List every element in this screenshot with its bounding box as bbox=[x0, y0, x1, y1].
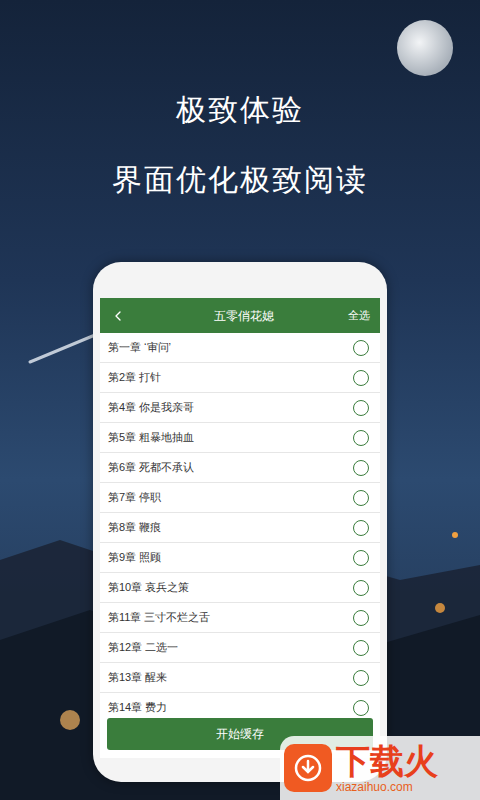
header-title: 五零俏花媳 bbox=[126, 307, 348, 325]
chapter-row[interactable]: 第6章 死都不承认 bbox=[100, 453, 380, 483]
headline: 界面优化极致阅读 bbox=[112, 160, 368, 200]
chapter-row[interactable]: 第14章 费力 bbox=[100, 693, 380, 718]
select-circle-icon[interactable] bbox=[353, 430, 369, 446]
select-circle-icon[interactable] bbox=[353, 460, 369, 476]
chapter-row[interactable]: 第9章 照顾 bbox=[100, 543, 380, 573]
chapter-title: 第13章 醒来 bbox=[108, 669, 167, 686]
headline: 极致体验 bbox=[176, 90, 304, 130]
select-circle-icon[interactable] bbox=[353, 580, 369, 596]
chapter-row[interactable]: 第4章 你是我亲哥 bbox=[100, 393, 380, 423]
select-circle-icon[interactable] bbox=[353, 520, 369, 536]
phone-screen: 五零俏花媳全选第一章 ‘审问’ 第2章 打针第4章 你是我亲哥第5章 粗暴地抽血第… bbox=[100, 298, 380, 758]
chapter-row[interactable]: 第2章 打针 bbox=[100, 363, 380, 393]
chapter-title: 第5章 粗暴地抽血 bbox=[108, 429, 194, 446]
chapter-title: 第14章 费力 bbox=[108, 699, 167, 716]
select-circle-icon[interactable] bbox=[353, 340, 369, 356]
watermark-brand: 下载火 bbox=[336, 742, 438, 780]
chapter-title: 第6章 死都不承认 bbox=[108, 459, 194, 476]
chapter-list: 第一章 ‘审问’ 第2章 打针第4章 你是我亲哥第5章 粗暴地抽血第6章 死都不承… bbox=[100, 333, 380, 718]
select-all-button[interactable]: 全选 bbox=[348, 307, 370, 324]
chapter-row[interactable]: 第一章 ‘审问’ bbox=[100, 333, 380, 363]
select-circle-icon[interactable] bbox=[353, 610, 369, 626]
select-circle-icon[interactable] bbox=[353, 370, 369, 386]
promo-screen: 极致体验界面优化极致阅读五零俏花媳全选第一章 ‘审问’ 第2章 打针第4章 你是我… bbox=[0, 0, 480, 800]
chapter-title: 第7章 停职 bbox=[108, 489, 161, 506]
chapter-title: 第9章 照顾 bbox=[108, 549, 161, 566]
chapter-title: 第12章 二选一 bbox=[108, 639, 178, 656]
select-circle-icon[interactable] bbox=[353, 490, 369, 506]
chapter-row[interactable]: 第11章 三寸不烂之舌 bbox=[100, 603, 380, 633]
chapter-row[interactable]: 第13章 醒来 bbox=[100, 663, 380, 693]
chapter-row[interactable]: 第10章 哀兵之策 bbox=[100, 573, 380, 603]
watermark-domain: xiazaihuo.com bbox=[336, 780, 413, 794]
select-circle-icon[interactable] bbox=[353, 640, 369, 656]
watermark-logo-icon bbox=[284, 744, 332, 792]
select-circle-icon[interactable] bbox=[353, 550, 369, 566]
app-header: 五零俏花媳全选 bbox=[100, 298, 380, 333]
select-circle-icon[interactable] bbox=[353, 670, 369, 686]
chapter-title: 第2章 打针 bbox=[108, 369, 161, 386]
watermark: 下载火xiazaihuo.com bbox=[280, 736, 480, 800]
chapter-row[interactable]: 第7章 停职 bbox=[100, 483, 380, 513]
chapter-title: 第一章 ‘审问’ bbox=[108, 339, 171, 356]
phone-frame: 五零俏花媳全选第一章 ‘审问’ 第2章 打针第4章 你是我亲哥第5章 粗暴地抽血第… bbox=[93, 262, 387, 782]
chapter-row[interactable]: 第12章 二选一 bbox=[100, 633, 380, 663]
chapter-title: 第8章 鞭痕 bbox=[108, 519, 161, 536]
chapter-title: 第4章 你是我亲哥 bbox=[108, 399, 194, 416]
back-icon[interactable] bbox=[110, 308, 126, 324]
chapter-title: 第11章 三寸不烂之舌 bbox=[108, 609, 210, 626]
chapter-row[interactable]: 第8章 鞭痕 bbox=[100, 513, 380, 543]
chapter-title: 第10章 哀兵之策 bbox=[108, 579, 189, 596]
select-circle-icon[interactable] bbox=[353, 700, 369, 716]
headline-group: 极致体验界面优化极致阅读 bbox=[112, 0, 368, 200]
chapter-row[interactable]: 第5章 粗暴地抽血 bbox=[100, 423, 380, 453]
select-circle-icon[interactable] bbox=[353, 400, 369, 416]
